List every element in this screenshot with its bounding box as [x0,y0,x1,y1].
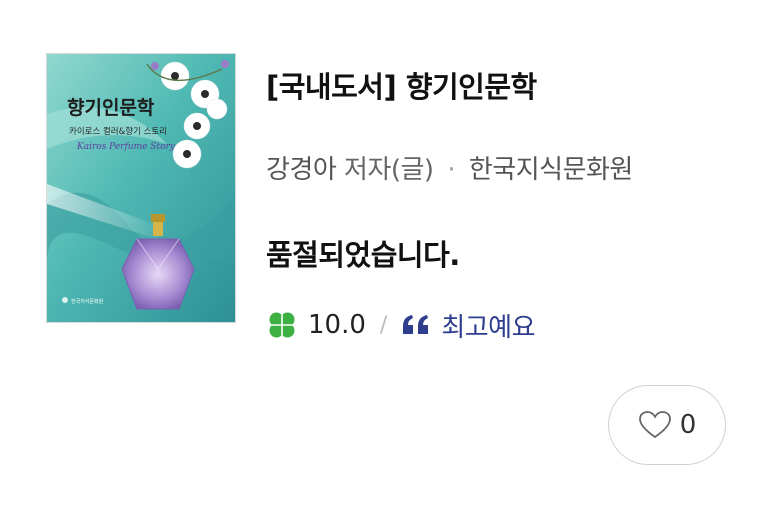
heart-icon [638,411,671,439]
like-count: 0 [679,410,697,440]
meta-separator: · [447,155,456,185]
clover-icon [269,312,295,338]
like-button[interactable]: 0 [608,385,726,465]
rating-score: 10.0 [308,310,366,340]
rating-divider: / [379,312,388,338]
cover-script: Kairos Perfume Story [76,142,176,152]
publisher-name[interactable]: 한국지식문화원 [469,155,633,185]
review-label[interactable]: 최고예요 [441,307,535,344]
cover-title: 향기인문학 [67,97,155,119]
book-meta: 강경아 저자(글) · 한국지식문화원 [266,149,633,186]
quote-icon [403,315,429,334]
book-cover[interactable]: 향기인문학 카이로스 컬러&향기 스토리 Kairos Perfume Stor… [46,53,236,323]
stock-status: 품절되었습니다. [266,238,460,272]
author-name[interactable]: 강경아 [266,155,337,185]
rating-row: 10.0 / 최고예요 [266,307,535,343]
book-title[interactable]: [국내도서] 향기인문학 [266,64,537,106]
author-role: 저자(글) [344,155,434,185]
cover-subtitle: 카이로스 컬러&향기 스토리 [69,126,167,137]
cover-publisher-mark: 한국지식문화원 [71,298,104,305]
